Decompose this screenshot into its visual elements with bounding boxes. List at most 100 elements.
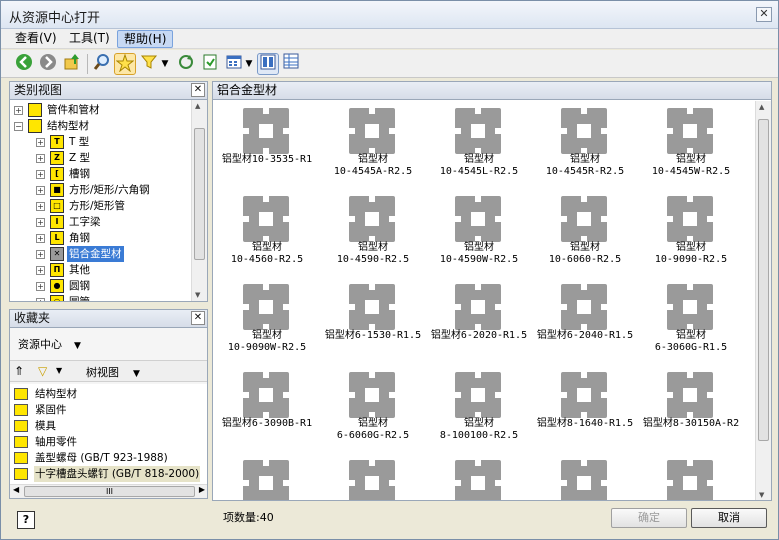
- hscroll-thumb[interactable]: III: [24, 486, 195, 497]
- profile-slot: [667, 128, 673, 134]
- category-close-button[interactable]: ✕: [191, 83, 205, 97]
- favorites-hscroll[interactable]: ◀ III ▶: [10, 484, 207, 498]
- profile-label-line1: 铝型材: [676, 242, 706, 253]
- profile-item[interactable]: 铝型材10-3535-R1: [215, 104, 319, 190]
- profile-slot: [683, 476, 697, 490]
- content-scrollbar[interactable]: ▲ ▼: [755, 101, 771, 500]
- menu-view[interactable]: 查看(V): [9, 30, 63, 48]
- profile-item[interactable]: 铝型材 10-9090-R2.5: [639, 192, 743, 278]
- profile-item[interactable]: [321, 456, 425, 500]
- profile-thumbnail: [243, 196, 289, 242]
- profile-item[interactable]: 铝型材 10-4590W-R2.5: [427, 192, 531, 278]
- profile-item[interactable]: 铝型材6-2040-R1.5: [533, 280, 637, 366]
- expand-icon[interactable]: +: [36, 234, 45, 243]
- toolbar: ▼ ▼: [1, 50, 778, 78]
- profile-item[interactable]: 铝型材 10-4560-R2.5: [215, 192, 319, 278]
- profile-slot: [561, 304, 567, 310]
- tree-view-select[interactable]: 树视图 ▼: [86, 364, 140, 380]
- update-icon[interactable]: [199, 53, 221, 75]
- filter-icon[interactable]: ▽: [38, 364, 47, 378]
- scroll-down-icon[interactable]: ▼: [759, 491, 764, 499]
- profile-item[interactable]: 铝型材 6-6060G-R2.5: [321, 368, 425, 454]
- favorites-source-select[interactable]: 资源中心 ▼: [18, 336, 81, 352]
- expand-icon[interactable]: −: [14, 122, 23, 131]
- expand-icon[interactable]: +: [36, 186, 45, 195]
- filter-icon[interactable]: [138, 53, 160, 75]
- profile-slot: [369, 196, 375, 202]
- expand-icon[interactable]: +: [14, 106, 23, 115]
- profile-label-line1: 铝型材: [464, 418, 494, 429]
- up-folder-icon[interactable]: ⇑: [14, 364, 24, 378]
- expand-icon[interactable]: +: [36, 282, 45, 291]
- profile-label-line2: 10-4590-R2.5: [336, 254, 410, 265]
- profile-slot: [667, 480, 673, 486]
- ok-button[interactable]: 确定: [611, 508, 687, 528]
- profile-label: 铝型材6-1530-R1.5: [321, 330, 425, 342]
- forward-icon[interactable]: [37, 53, 59, 75]
- expand-icon[interactable]: +: [36, 154, 45, 163]
- expand-icon[interactable]: +: [36, 266, 45, 275]
- profile-slot: [561, 216, 567, 222]
- profile-slot: [365, 300, 379, 314]
- menu-help[interactable]: 帮助(H): [117, 30, 174, 48]
- search-icon[interactable]: [91, 53, 113, 75]
- profile-item[interactable]: 铝型材 10-4545W-R2.5: [639, 104, 743, 190]
- cancel-button[interactable]: 取消: [691, 508, 767, 528]
- favorite-icon: [14, 404, 28, 416]
- tree-item-label: 工字梁: [69, 216, 101, 228]
- scroll-down-icon[interactable]: ▼: [195, 291, 200, 299]
- scroll-thumb[interactable]: [194, 128, 205, 260]
- list-view-icon[interactable]: [257, 53, 279, 75]
- profile-item[interactable]: [427, 456, 531, 501]
- menu-tools[interactable]: 工具(T): [63, 30, 116, 48]
- expand-icon[interactable]: +: [36, 218, 45, 227]
- expand-icon[interactable]: +: [36, 202, 45, 211]
- refresh-icon[interactable]: [175, 53, 197, 75]
- expand-icon[interactable]: +: [36, 298, 45, 301]
- profile-item[interactable]: 铝型材8-30150A-R2: [639, 368, 743, 454]
- profile-slot: [475, 500, 481, 501]
- view-options-icon[interactable]: [223, 53, 245, 75]
- favorites-icon[interactable]: [114, 53, 136, 75]
- profile-item[interactable]: [215, 456, 319, 500]
- profile-item[interactable]: 铝型材 10-4545L-R2.5: [427, 104, 531, 190]
- profile-item[interactable]: 铝型材8-1640-R1.5: [533, 368, 637, 454]
- profile-item[interactable]: 铝型材6-3090B-R1: [215, 368, 319, 454]
- profile-item[interactable]: 铝型材6-1530-R1.5: [321, 280, 425, 366]
- expand-icon[interactable]: +: [36, 138, 45, 147]
- profile-slot: [243, 304, 249, 310]
- scroll-left-icon[interactable]: ◀: [13, 485, 19, 494]
- table-view-icon[interactable]: [280, 53, 302, 75]
- category-scrollbar[interactable]: ▲ ▼: [191, 100, 207, 301]
- profile-item[interactable]: 铝型材 10-4545A-R2.5: [321, 104, 425, 190]
- dropdown-arrow-icon[interactable]: ▼: [56, 366, 62, 375]
- profile-item[interactable]: 铝型材 10-4590-R2.5: [321, 192, 425, 278]
- profile-item[interactable]: 铝型材 8-100100-R2.5: [427, 368, 531, 454]
- close-button[interactable]: ✕: [756, 7, 772, 22]
- scroll-thumb[interactable]: [758, 119, 769, 441]
- profile-item[interactable]: 铝型材 10-6060-R2.5: [533, 192, 637, 278]
- scroll-up-icon[interactable]: ▲: [195, 102, 200, 110]
- scroll-right-icon[interactable]: ▶: [199, 485, 205, 494]
- profile-item[interactable]: 铝型材 10-9090W-R2.5: [215, 280, 319, 366]
- profile-item[interactable]: [639, 456, 743, 500]
- profile-item[interactable]: 铝型材 6-3060G-R1.5: [639, 280, 743, 366]
- scroll-up-icon[interactable]: ▲: [759, 103, 764, 111]
- up-folder-icon[interactable]: [61, 53, 83, 75]
- favorites-close-button[interactable]: ✕: [191, 311, 205, 325]
- profile-item[interactable]: 铝型材 10-4545R-R2.5: [533, 104, 637, 190]
- profile-item[interactable]: 铝型材6-2020-R1.5: [427, 280, 531, 366]
- expand-icon[interactable]: +: [36, 170, 45, 179]
- favorite-label: 模具: [35, 420, 56, 432]
- profile-slot: [263, 372, 269, 378]
- profile-slot: [707, 480, 713, 486]
- dropdown-arrow-icon[interactable]: ▼: [243, 53, 255, 75]
- expand-icon[interactable]: +: [36, 250, 45, 259]
- profile-item[interactable]: [533, 456, 637, 500]
- dropdown-arrow-icon[interactable]: ▼: [158, 53, 172, 75]
- status-bar: ? 项数量:40 确定 取消: [1, 503, 778, 539]
- profile-label-line1: 铝型材6-2020-R1.5: [430, 330, 528, 341]
- back-icon[interactable]: [13, 53, 35, 75]
- category-panel-header: 类别视图 ✕: [9, 81, 208, 100]
- help-button[interactable]: ?: [17, 511, 35, 529]
